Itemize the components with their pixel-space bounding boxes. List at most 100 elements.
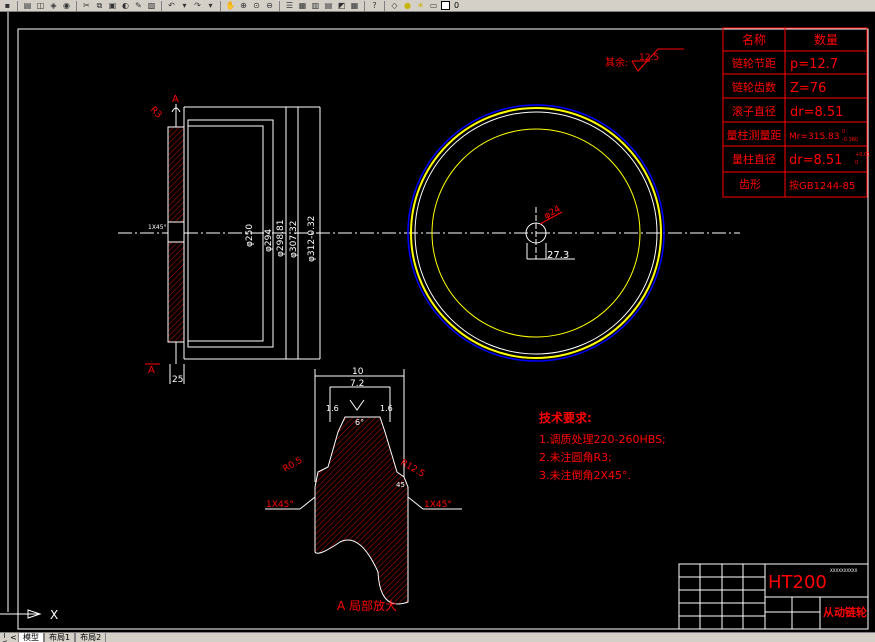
markup-icon[interactable]: ◩ [336, 1, 347, 11]
toolbar-separator [384, 0, 385, 11]
chamfer-label: 1X45° [148, 224, 167, 231]
drawing-svg: 名称 数量 链轮节距 p=12.7 链轮齿数 Z=76 滚子直径 dr=8.51… [0, 12, 870, 630]
preview-icon[interactable]: ◫ [35, 1, 46, 11]
print-icon[interactable]: ▤ [22, 1, 33, 11]
material-label: HT200 [768, 572, 827, 593]
lock-icon[interactable]: ▭ [428, 1, 439, 11]
detail-view: 10 7.2 1.6 1.6 6° R0.5 R12.5 1X45° 1X45°… [265, 367, 462, 613]
pan-icon[interactable]: ✋ [225, 1, 236, 11]
zoom-realtime-icon[interactable]: ⊕ [238, 1, 249, 11]
sheet-set-icon[interactable]: ▤ [323, 1, 334, 11]
publish-icon[interactable]: ◈ [48, 1, 59, 11]
table-cell: p=12.7 [790, 57, 838, 72]
table-cell: Mr=315.83 [789, 132, 840, 142]
table-cell: Z=76 [790, 81, 826, 96]
layer-icon[interactable]: ◇ [389, 1, 400, 11]
section-label-bottom: A [148, 365, 155, 376]
tolerance-upper: +0.01 [855, 152, 870, 158]
chamfer-left: 1X45° [266, 500, 294, 510]
title-block: HT200 从动链轮 XXXXXXXXXX [678, 563, 869, 630]
roughness-value: 12.5 [639, 53, 659, 63]
detail-angle: 6° [355, 418, 364, 427]
table-header-qty: 数量 [814, 32, 838, 47]
toolbar-separator [364, 0, 365, 11]
key-dim: 27.3 [547, 250, 569, 261]
tolerance-lower: -0.360 [842, 137, 858, 143]
fillet-right: 1.6 [380, 404, 393, 413]
zoom-previous-icon[interactable]: ⊖ [264, 1, 275, 11]
title-small-text: XXXXXXXXXX [830, 568, 858, 573]
block-icon[interactable]: ▧ [146, 1, 157, 11]
toolbar-separator [76, 0, 77, 11]
section-view: R3 A A 1X45° 25 φ250 φ294 φ298.81 φ307.3… [145, 94, 321, 385]
layer-name[interactable]: 0 [454, 1, 459, 10]
zoom-window-icon[interactable]: ⊙ [251, 1, 262, 11]
standard-toolbar: ▪ ▤ ◫ ◈ ◉ ✂ ⧉ ▣ ◐ ✎ ▧ ↶ ▾ ↷ ▾ ✋ ⊕ ⊙ ⊖ ☰ … [0, 0, 875, 12]
redo-icon[interactable]: ↷ [192, 1, 203, 11]
detail-width2: 7.2 [350, 379, 364, 389]
paste-icon[interactable]: ▣ [107, 1, 118, 11]
diameter-dim: φ250 [245, 224, 255, 247]
roughness-symbol: 其余: 12.5 [605, 48, 684, 72]
section-label-top: A [172, 94, 179, 105]
part-name: 从动链轮 [823, 605, 867, 619]
drawing-frame [17, 28, 869, 630]
properties-icon[interactable]: ☰ [284, 1, 295, 11]
table-cell: 量柱直径 [732, 152, 776, 166]
bulb-icon[interactable]: ● [402, 1, 413, 11]
roughness-label: 其余: [605, 56, 628, 69]
diameter-dim: φ312-0.32 [307, 216, 317, 262]
undo-dropdown-icon[interactable]: ▾ [179, 1, 190, 11]
tech-item: 3.未注倒角2X45°. [539, 468, 631, 482]
table-cell: 滚子直径 [732, 104, 776, 118]
radius-left: R0.5 [282, 456, 305, 475]
table-cell: 齿形 [739, 178, 761, 191]
copy-icon[interactable]: ⧉ [94, 1, 105, 11]
sun-icon[interactable]: ☀ [415, 1, 426, 11]
tool-palette-icon[interactable]: ▥ [310, 1, 321, 11]
table-cell: 按GB1244-85 [789, 179, 855, 192]
tolerance-lower: 0 [855, 160, 858, 166]
table-header-name: 名称 [742, 32, 766, 47]
brush-icon[interactable]: ✎ [133, 1, 144, 11]
color-icon[interactable] [441, 1, 450, 10]
toolbar-separator [17, 0, 18, 11]
tech-title: 技术要求: [539, 410, 592, 425]
detail-width: 10 [352, 367, 364, 377]
cut-icon[interactable]: ✂ [81, 1, 92, 11]
match-icon[interactable]: ◐ [120, 1, 131, 11]
table-cell: 链轮节距 [732, 56, 776, 70]
toolbar-separator [161, 0, 162, 11]
help-icon[interactable]: ? [369, 1, 380, 11]
radius-label: R3 [148, 105, 164, 121]
hole-dia: φ24 [543, 204, 563, 221]
drawing-canvas[interactable]: 名称 数量 链轮节距 p=12.7 链轮齿数 Z=76 滚子直径 dr=8.51… [0, 12, 875, 632]
table-cell: 链轮齿数 [732, 80, 776, 94]
width-dim: 25 [172, 375, 183, 385]
detail-title: A 局部放大 [337, 598, 397, 613]
diameter-dim: φ294 [264, 229, 274, 252]
toolbar-separator [279, 0, 280, 11]
table-cell: 量柱测量距 [727, 128, 782, 142]
redo-dropdown-icon[interactable]: ▾ [205, 1, 216, 11]
toolbar-separator [220, 0, 221, 11]
detail-small: 45 [396, 481, 405, 489]
svg-text:X: X [50, 608, 58, 622]
ucs-icon: X [0, 608, 58, 622]
diameter-dim: φ298.81 [276, 220, 286, 257]
design-center-icon[interactable]: ▦ [297, 1, 308, 11]
params-table: 名称 数量 链轮节距 p=12.7 链轮齿数 Z=76 滚子直径 dr=8.51… [722, 27, 870, 198]
diameter-dim: φ307.32 [289, 221, 299, 258]
tolerance-upper: 0 [842, 129, 845, 135]
chamfer-right: 1X45° [424, 500, 452, 510]
plot-icon[interactable]: ◉ [61, 1, 72, 11]
table-cell: dr=8.51 [790, 105, 843, 120]
tech-item: 2.未注圆角R3; [539, 450, 612, 464]
tech-requirements: 技术要求: 1.调质处理220-260HBS; 2.未注圆角R3; 3.未注倒角… [539, 410, 666, 482]
calculator-icon[interactable]: ▦ [349, 1, 360, 11]
table-cell: dr=8.51 [789, 153, 842, 168]
fillet-left: 1.6 [326, 404, 339, 413]
undo-icon[interactable]: ↶ [166, 1, 177, 11]
tech-item: 1.调质处理220-260HBS; [539, 433, 666, 446]
save-icon[interactable]: ▪ [2, 1, 13, 11]
